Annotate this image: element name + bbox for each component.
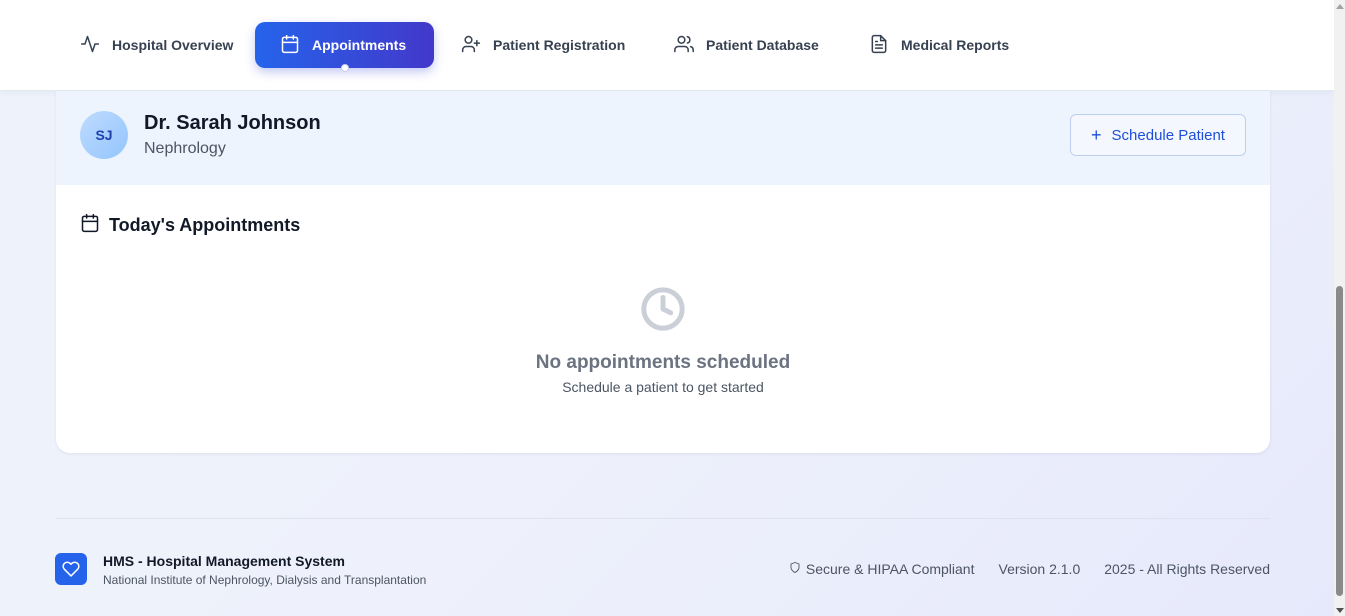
shield-icon [789, 561, 801, 577]
file-text-icon [869, 34, 889, 57]
tab-label: Medical Reports [901, 37, 1010, 53]
footer-divider [56, 518, 1270, 519]
copyright-label: 2025 - All Rights Reserved [1104, 561, 1270, 577]
tab-appointments[interactable]: Appointments [255, 22, 434, 72]
user-plus-icon [461, 34, 481, 57]
tab-label: Hospital Overview [112, 37, 234, 53]
calendar-icon [80, 213, 100, 238]
appointments-heading: Today's Appointments [80, 213, 300, 238]
doctor-name: Dr. Sarah Johnson [144, 112, 321, 134]
secure-label: Secure & HIPAA Compliant [805, 561, 975, 577]
scroll-up-arrow[interactable] [1334, 0, 1345, 12]
doctor-header: SJ Dr. Sarah Johnson Nephrology + Schedu… [56, 91, 1270, 185]
doctor-specialty: Nephrology [144, 140, 226, 157]
clock-icon [640, 286, 686, 332]
plus-icon: + [1091, 125, 1102, 145]
empty-state-subtitle: Schedule a patient to get started [562, 379, 764, 395]
doctor-avatar: SJ [80, 111, 128, 159]
app-viewport: Hospital Overview Appointments Patient R… [0, 0, 1334, 616]
vertical-scrollbar[interactable] [1334, 0, 1345, 616]
footer-subtitle: National Institute of Nephrology, Dialys… [103, 573, 427, 587]
active-tab-indicator [340, 64, 349, 72]
activity-icon [80, 34, 100, 57]
heart-icon [55, 553, 87, 585]
tab-patient-registration[interactable]: Patient Registration [436, 22, 650, 68]
tab-medical-reports[interactable]: Medical Reports [844, 22, 1034, 68]
appointments-title: Today's Appointments [109, 215, 301, 235]
users-icon [674, 34, 694, 57]
footer-meta: Secure & HIPAA Compliant Version 2.1.0 2… [789, 561, 1270, 577]
scroll-down-arrow[interactable] [1334, 604, 1345, 616]
schedule-patient-button[interactable]: + Schedule Patient [1070, 114, 1246, 156]
footer-title: HMS - Hospital Management System [103, 553, 345, 569]
tab-label: Patient Registration [493, 37, 626, 53]
doctor-card: SJ Dr. Sarah Johnson Nephrology + Schedu… [56, 91, 1270, 453]
empty-state-title: No appointments scheduled [535, 352, 791, 373]
schedule-button-label: Schedule Patient [1111, 126, 1225, 144]
tab-label: Appointments [312, 37, 407, 53]
tab-label: Patient Database [706, 37, 819, 53]
tab-hospital-overview[interactable]: Hospital Overview [55, 22, 258, 68]
scrollbar-thumb[interactable] [1336, 286, 1343, 596]
calendar-icon [280, 34, 300, 57]
tab-patient-database[interactable]: Patient Database [649, 22, 844, 68]
security-note: Secure & HIPAA Compliant [789, 561, 975, 577]
version-label: Version 2.1.0 [998, 561, 1081, 577]
top-navigation: Hospital Overview Appointments Patient R… [0, 0, 1334, 91]
